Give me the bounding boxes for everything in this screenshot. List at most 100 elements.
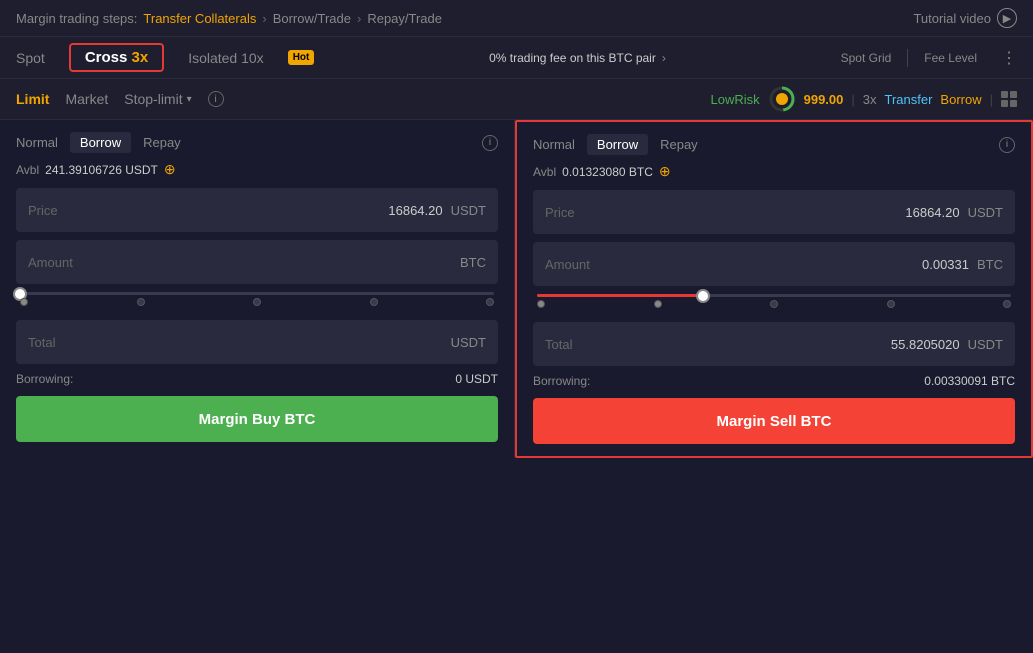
grid-view-icon[interactable] bbox=[1001, 91, 1017, 107]
right-sub-tabs: Normal Borrow Repay i bbox=[533, 134, 1015, 155]
left-tab-repay[interactable]: Repay bbox=[143, 135, 181, 150]
left-dot-4[interactable] bbox=[486, 298, 494, 306]
stop-limit-dropdown-icon[interactable]: ▾ bbox=[187, 94, 192, 105]
promo-text: 0% trading fee on this BTC pair bbox=[489, 51, 656, 65]
left-panel: Normal Borrow Repay i Avbl 241.39106726 … bbox=[0, 120, 515, 458]
left-borrowing-value: 0 USDT bbox=[455, 372, 498, 386]
left-amount-currency: BTC bbox=[460, 255, 486, 270]
risk-meter-icon bbox=[768, 85, 796, 113]
left-avbl-label: Avbl bbox=[16, 163, 39, 177]
left-amount-input[interactable]: Amount BTC bbox=[16, 240, 498, 284]
right-panel: Normal Borrow Repay i Avbl 0.01323080 BT… bbox=[515, 120, 1033, 458]
borrow-label[interactable]: Borrow bbox=[940, 92, 981, 107]
left-price-input[interactable]: Price 16864.20 USDT bbox=[16, 188, 498, 232]
tab-spot[interactable]: Spot bbox=[16, 44, 45, 72]
left-tab-normal[interactable]: Normal bbox=[16, 135, 58, 150]
right-avbl-value: 0.01323080 BTC bbox=[562, 165, 653, 179]
promo-area: 0% trading fee on this BTC pair › bbox=[338, 51, 816, 65]
cross-multiplier: 3x bbox=[132, 49, 149, 66]
left-dot-3[interactable] bbox=[370, 298, 378, 306]
tab-divider bbox=[907, 49, 908, 67]
risk-separator2: | bbox=[990, 92, 993, 107]
right-tab-normal[interactable]: Normal bbox=[533, 137, 575, 152]
right-dot-3[interactable] bbox=[887, 300, 895, 308]
right-slider[interactable] bbox=[533, 294, 1015, 314]
left-dot-1[interactable] bbox=[137, 298, 145, 306]
right-total-input[interactable]: Total 55.8205020 USDT bbox=[533, 322, 1015, 366]
left-price-currency: USDT bbox=[451, 203, 486, 218]
right-avbl-label: Avbl bbox=[533, 165, 556, 179]
left-borrowing-row: Borrowing: 0 USDT bbox=[16, 372, 498, 386]
tab-cross[interactable]: Cross 3x bbox=[69, 43, 164, 72]
right-info-icon[interactable]: i bbox=[999, 137, 1015, 153]
right-dot-0[interactable] bbox=[537, 300, 545, 308]
right-avbl-row: Avbl 0.01323080 BTC ⊕ bbox=[533, 163, 1015, 180]
tab-isolated[interactable]: Isolated 10x bbox=[188, 44, 264, 72]
left-total-input[interactable]: Total USDT bbox=[16, 320, 498, 364]
three-dots-menu[interactable]: ⋮ bbox=[1001, 48, 1017, 68]
steps-label: Margin trading steps: bbox=[16, 11, 137, 26]
right-slider-fill bbox=[537, 294, 703, 297]
right-add-funds-icon[interactable]: ⊕ bbox=[659, 163, 671, 180]
order-type-limit[interactable]: Limit bbox=[16, 91, 49, 107]
tab-fee-level[interactable]: Fee Level bbox=[924, 51, 977, 65]
promo-arrow: › bbox=[662, 51, 666, 65]
right-tab-repay[interactable]: Repay bbox=[660, 137, 698, 152]
margin-sell-button[interactable]: Margin Sell BTC bbox=[533, 398, 1015, 444]
hot-badge: Hot bbox=[288, 50, 315, 65]
tutorial-button[interactable]: Tutorial video ▶ bbox=[913, 8, 1017, 28]
right-dot-4[interactable] bbox=[1003, 300, 1011, 308]
right-borrowing-value: 0.00330091 BTC bbox=[924, 374, 1015, 388]
left-total-currency: USDT bbox=[451, 335, 486, 350]
left-sub-tabs: Normal Borrow Repay i bbox=[16, 132, 498, 153]
step2[interactable]: Borrow/Trade bbox=[273, 11, 351, 26]
main-content: Normal Borrow Repay i Avbl 241.39106726 … bbox=[0, 120, 1033, 458]
right-borrowing-label: Borrowing: bbox=[533, 374, 590, 388]
right-dot-2[interactable] bbox=[770, 300, 778, 308]
right-price-label: Price bbox=[545, 205, 605, 220]
left-price-value: 16864.20 bbox=[88, 203, 443, 218]
left-slider[interactable] bbox=[16, 292, 498, 312]
arrow2: › bbox=[357, 11, 361, 26]
cross-label: Cross bbox=[85, 49, 132, 66]
step1[interactable]: Transfer Collaterals bbox=[143, 11, 256, 26]
right-slider-track bbox=[537, 294, 1011, 297]
transfer-label[interactable]: Transfer bbox=[885, 92, 933, 107]
order-type-market[interactable]: Market bbox=[65, 91, 108, 107]
tutorial-play-icon: ▶ bbox=[997, 8, 1017, 28]
right-dot-1[interactable] bbox=[654, 300, 662, 308]
left-slider-dots bbox=[20, 298, 494, 306]
left-dot-0[interactable] bbox=[20, 298, 28, 306]
left-add-funds-icon[interactable]: ⊕ bbox=[164, 161, 176, 178]
order-info-icon[interactable]: i bbox=[208, 91, 224, 107]
left-info-circle[interactable]: i bbox=[482, 135, 498, 151]
left-info-icon[interactable]: i bbox=[482, 135, 498, 151]
right-amount-currency: BTC bbox=[977, 257, 1003, 272]
right-price-input[interactable]: Price 16864.20 USDT bbox=[533, 190, 1015, 234]
left-slider-track bbox=[20, 292, 494, 295]
left-total-label: Total bbox=[28, 335, 88, 350]
right-tab-borrow[interactable]: Borrow bbox=[587, 134, 648, 155]
left-tab-borrow[interactable]: Borrow bbox=[70, 132, 131, 153]
margin-steps: Margin trading steps: Transfer Collatera… bbox=[16, 11, 442, 26]
left-dot-2[interactable] bbox=[253, 298, 261, 306]
risk-label: LowRisk bbox=[710, 92, 759, 107]
order-type-row: Limit Market Stop-limit ▾ i LowRisk 999.… bbox=[0, 79, 1033, 120]
tutorial-label: Tutorial video bbox=[913, 11, 991, 26]
tab-row: Spot Cross 3x Isolated 10x Hot 0% tradin… bbox=[0, 37, 1033, 79]
right-total-currency: USDT bbox=[968, 337, 1003, 352]
step3[interactable]: Repay/Trade bbox=[367, 11, 442, 26]
right-amount-label: Amount bbox=[545, 257, 605, 272]
order-type-stoplimit[interactable]: Stop-limit bbox=[124, 91, 182, 107]
multiplier-label: 3x bbox=[863, 92, 877, 107]
stop-limit-group: Stop-limit ▾ bbox=[124, 91, 191, 107]
right-total-value: 55.8205020 bbox=[605, 337, 960, 352]
margin-buy-button[interactable]: Margin Buy BTC bbox=[16, 396, 498, 442]
right-price-value: 16864.20 bbox=[605, 205, 960, 220]
tab-spot-grid[interactable]: Spot Grid bbox=[841, 51, 892, 65]
right-info-circle[interactable]: i bbox=[999, 137, 1015, 153]
risk-separator: | bbox=[851, 92, 854, 107]
right-amount-input[interactable]: Amount 0.00331 BTC bbox=[533, 242, 1015, 286]
top-bar: Margin trading steps: Transfer Collatera… bbox=[0, 0, 1033, 37]
left-avbl-row: Avbl 241.39106726 USDT ⊕ bbox=[16, 161, 498, 178]
